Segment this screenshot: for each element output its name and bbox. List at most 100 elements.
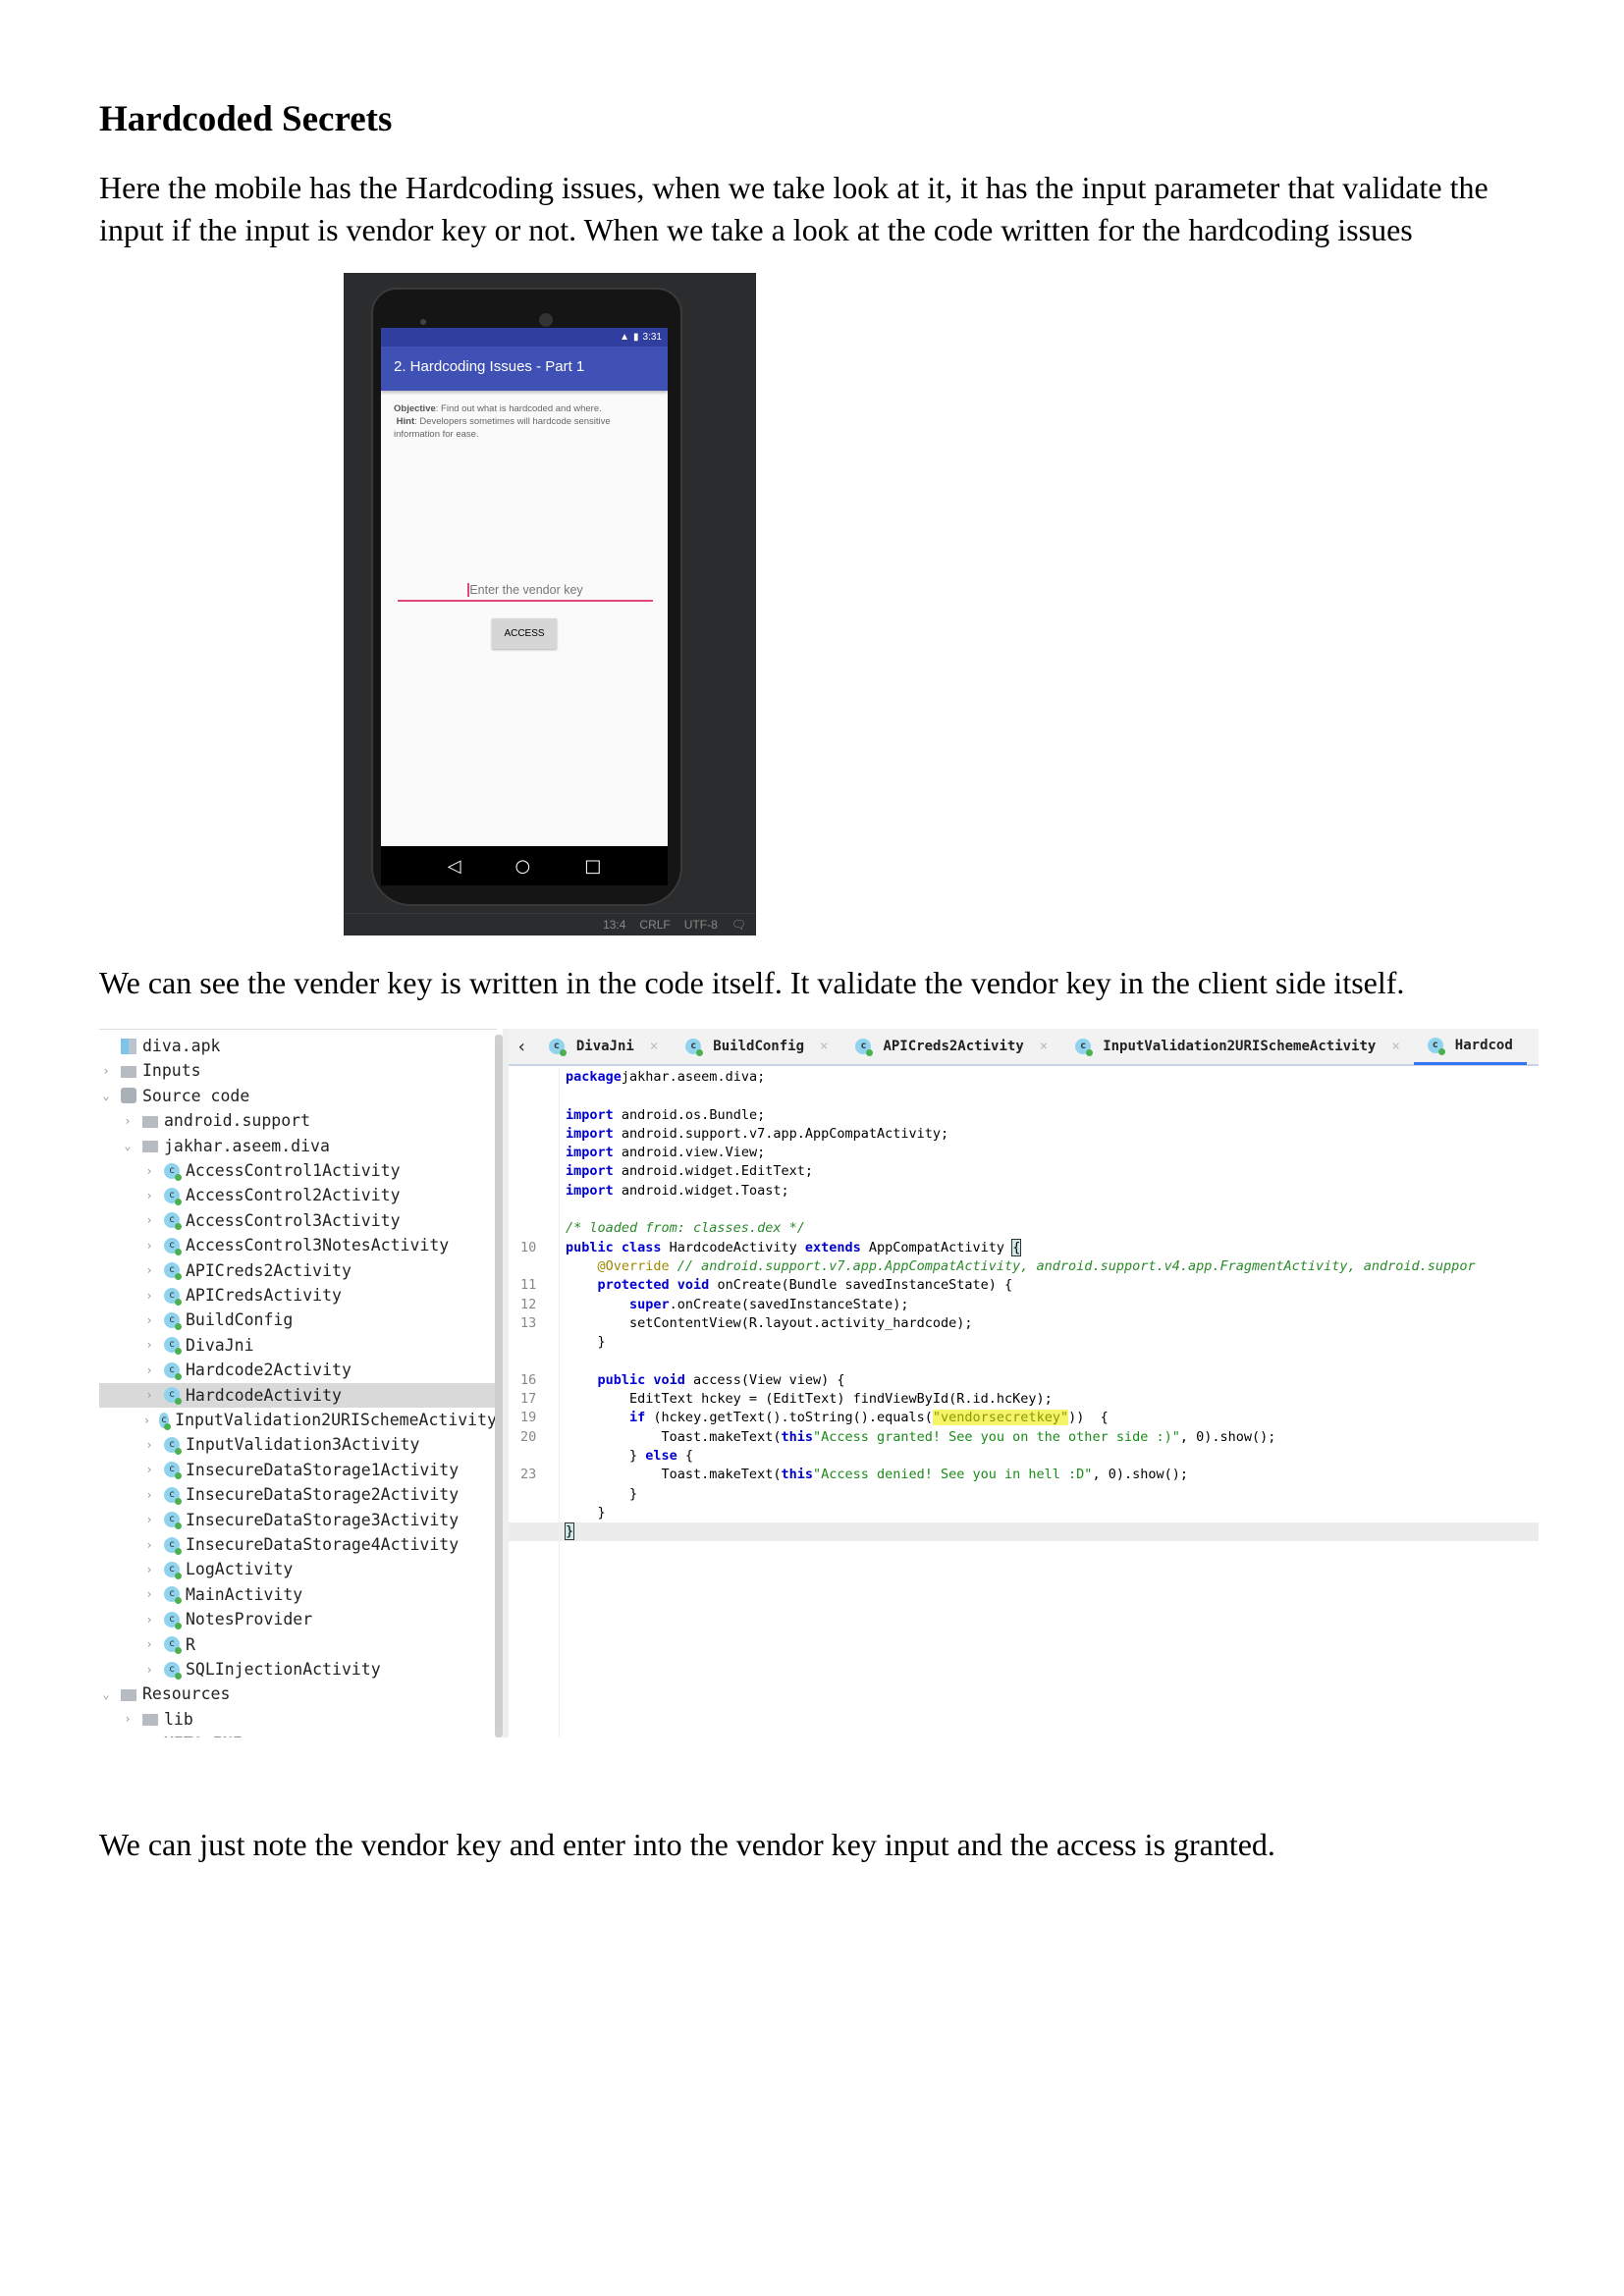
tree-item-label: InsecureDataStorage1Activity	[186, 1460, 460, 1479]
tree-item[interactable]: › Inputs	[99, 1058, 497, 1083]
code-token: import	[566, 1163, 614, 1180]
tree-item[interactable]: ⌄ Source code	[99, 1084, 497, 1108]
access-button[interactable]: ACCESS	[492, 618, 557, 649]
code-token: protected void	[597, 1277, 710, 1294]
tree-item[interactable]: › c APICredsActivity	[99, 1283, 497, 1308]
code-token: import	[566, 1182, 614, 1199]
tabs-back-icon[interactable]: ‹	[509, 1037, 535, 1057]
code-lines: packagejakhar.aseem.diva; import android.…	[509, 1068, 1539, 1542]
tab-apicreds2activity[interactable]: c APICreds2Activity ×	[841, 1029, 1061, 1065]
code-token: }	[564, 1522, 575, 1541]
tree-item-label: Inputs	[142, 1061, 201, 1081]
tab-divajni[interactable]: c DivaJni ×	[535, 1029, 672, 1065]
tree-item[interactable]: › c R	[99, 1632, 497, 1657]
tree-item-label: InputValidation2URISchemeActivity	[175, 1411, 497, 1429]
tree-item-label: jakhar.aseem.diva	[164, 1136, 330, 1155]
line-number: 11	[520, 1277, 537, 1294]
expand-arrow-icon[interactable]: ›	[142, 1289, 156, 1303]
tree-item[interactable]: › c BuildConfig	[99, 1308, 497, 1332]
expand-arrow-icon[interactable]: ›	[121, 1114, 135, 1128]
tree-item[interactable]: › c HardcodeActivity	[99, 1382, 497, 1408]
tree-item[interactable]: › c Hardcode2Activity	[99, 1358, 497, 1382]
expand-arrow-icon[interactable]: ›	[142, 1587, 156, 1601]
tree-item[interactable]: ⌄ jakhar.aseem.diva	[99, 1134, 497, 1158]
tab-label: Hardcod	[1454, 1037, 1513, 1053]
home-icon[interactable]: ○	[515, 856, 531, 877]
tree-item[interactable]: › c NotesProvider	[99, 1607, 497, 1631]
expand-arrow-icon[interactable]: ›	[142, 1189, 156, 1202]
tree-item[interactable]: › c InsecureDataStorage4Activity	[99, 1532, 497, 1557]
notification-icon[interactable]: 🗨	[731, 918, 746, 932]
expand-arrow-icon[interactable]: ›	[142, 1488, 156, 1502]
code-line: 12 super.onCreate(savedInstanceState);	[509, 1296, 1539, 1314]
tree-item-label: InsecureDataStorage2Activity	[186, 1485, 460, 1505]
expand-arrow-icon[interactable]: ›	[142, 1637, 156, 1651]
expand-arrow-icon[interactable]: ›	[142, 1213, 156, 1227]
expand-arrow-icon[interactable]: ›	[121, 1712, 135, 1726]
tree-item[interactable]: diva.apk	[99, 1034, 497, 1058]
tree-item[interactable]: › c InputValidation2URISchemeActivity	[99, 1408, 497, 1432]
expand-arrow-icon[interactable]: ›	[142, 1538, 156, 1552]
close-tab-icon[interactable]: ×	[650, 1039, 658, 1054]
tree-item[interactable]: › c APICreds2Activity	[99, 1258, 497, 1283]
tree-item[interactable]: › c MainActivity	[99, 1582, 497, 1607]
expand-arrow-icon[interactable]: ⌄	[99, 1089, 113, 1102]
tree-item[interactable]: › c LogActivity	[99, 1557, 497, 1581]
tree-item-label: Hardcode2Activity	[186, 1361, 352, 1380]
expand-arrow-icon[interactable]: ›	[142, 1563, 156, 1576]
tree-item[interactable]: › c InputValidation3Activity	[99, 1432, 497, 1457]
class-icon: c	[164, 1436, 182, 1455]
code-text: import android.widget.Toast;	[566, 1182, 789, 1201]
expand-arrow-icon[interactable]: ›	[142, 1313, 156, 1327]
expand-arrow-icon[interactable]: ›	[142, 1414, 151, 1427]
tree-item[interactable]: › c DivaJni	[99, 1333, 497, 1358]
expand-arrow-icon[interactable]: ›	[142, 1363, 156, 1377]
expand-arrow-icon[interactable]: ›	[142, 1164, 156, 1178]
code-line: 17 EditText hckey = (EditText) findViewB…	[509, 1390, 1539, 1409]
close-tab-icon[interactable]: ×	[820, 1039, 828, 1054]
expand-arrow-icon[interactable]: ›	[142, 1338, 156, 1352]
expand-arrow-icon[interactable]: ›	[99, 1064, 113, 1078]
expand-arrow-icon[interactable]: ⌄	[99, 1687, 113, 1701]
code-line: 13 setContentView(R.layout.activity_hard…	[509, 1314, 1539, 1333]
tree-scrollbar[interactable]	[495, 1035, 503, 1737]
vendor-key-input[interactable]: Enter the vendor key	[398, 583, 653, 602]
intro-paragraph: Here the mobile has the Hardcoding issue…	[99, 170, 1489, 247]
tab-inputvalidation2urischemeactivity[interactable]: c InputValidation2URISchemeActivity ×	[1061, 1029, 1414, 1065]
tree-item[interactable]: › c AccessControl3Activity	[99, 1208, 497, 1233]
expand-arrow-icon[interactable]: ›	[142, 1438, 156, 1452]
tree-item[interactable]: ›META-INF	[99, 1732, 497, 1737]
tree-item[interactable]: › c AccessControl2Activity	[99, 1183, 497, 1207]
recents-icon[interactable]: □	[584, 856, 601, 877]
close-tab-icon[interactable]: ×	[1040, 1039, 1048, 1054]
tree-item[interactable]: › c AccessControl3NotesActivity	[99, 1233, 497, 1257]
tree-item[interactable]: › c AccessControl1Activity	[99, 1158, 497, 1183]
tree-item[interactable]: › android.support	[99, 1108, 497, 1133]
tab-hardcod[interactable]: c Hardcod	[1413, 1029, 1527, 1065]
tree-item[interactable]: › lib	[99, 1707, 497, 1732]
tree-item[interactable]: ⌄ Resources	[99, 1682, 497, 1706]
expand-arrow-icon[interactable]: ›	[142, 1388, 156, 1402]
tree-item[interactable]: › c SQLInjectionActivity	[99, 1657, 497, 1682]
tree-item-label: InsecureDataStorage4Activity	[186, 1535, 460, 1554]
tree-item[interactable]: › c InsecureDataStorage3Activity	[99, 1508, 497, 1532]
expand-arrow-icon[interactable]: ›	[142, 1513, 156, 1526]
code-token: AppCompatActivity	[860, 1239, 1013, 1255]
line-number: 23	[520, 1467, 537, 1483]
expand-arrow-icon[interactable]: ›	[142, 1239, 156, 1253]
expand-arrow-icon[interactable]: ›	[142, 1263, 156, 1277]
back-icon[interactable]: ◁	[448, 856, 461, 877]
expand-arrow-icon[interactable]: ›	[142, 1613, 156, 1627]
expand-arrow-icon[interactable]: ⌄	[121, 1139, 135, 1152]
tree-item[interactable]: › c InsecureDataStorage2Activity	[99, 1482, 497, 1507]
tab-buildconfig[interactable]: c BuildConfig ×	[672, 1029, 841, 1065]
code-token: super	[629, 1296, 670, 1312]
code-text: }	[564, 1522, 575, 1541]
code-text: import android.widget.EditText;	[566, 1162, 813, 1181]
close-tab-icon[interactable]: ×	[1391, 1039, 1399, 1054]
expand-arrow-icon[interactable]: ›	[142, 1463, 156, 1476]
expand-arrow-icon[interactable]: ›	[142, 1663, 156, 1677]
tree-item[interactable]: › c InsecureDataStorage1Activity	[99, 1458, 497, 1482]
